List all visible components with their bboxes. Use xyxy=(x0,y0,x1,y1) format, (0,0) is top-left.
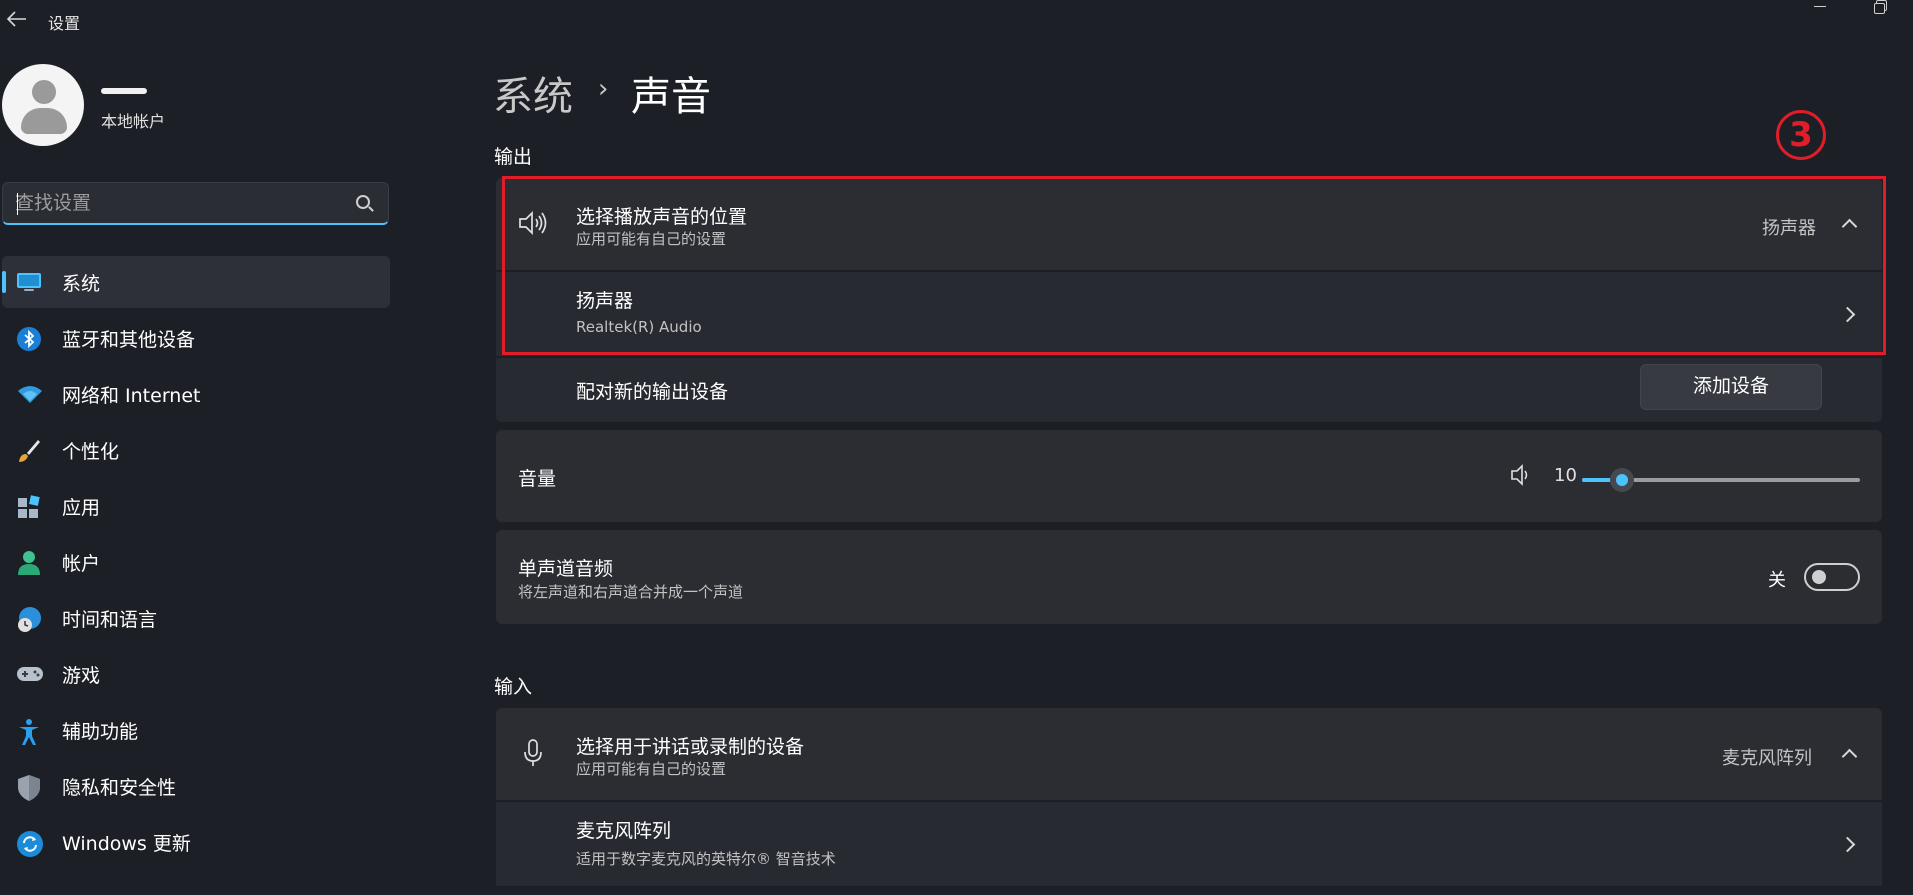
sidebar-item-label: 网络和 Internet xyxy=(62,385,201,407)
sidebar-item-label: 个性化 xyxy=(62,441,120,463)
sidebar-item-accessibility[interactable]: 辅助功能 xyxy=(2,704,390,756)
restore-button[interactable] xyxy=(1872,0,1888,14)
microphone-icon xyxy=(522,738,544,772)
sidebar-item-label: 隐私和安全性 xyxy=(62,777,177,799)
sidebar-item-time-language[interactable]: 时间和语言 xyxy=(2,592,390,644)
gamepad-icon xyxy=(16,662,43,686)
sidebar-item-label: 系统 xyxy=(62,273,101,295)
chevron-up-icon[interactable] xyxy=(1842,746,1856,760)
search-box[interactable] xyxy=(2,182,389,225)
profile-name-redacted xyxy=(101,84,149,98)
microphone-device-title: 麦克风阵列 xyxy=(576,820,672,842)
volume-label: 音量 xyxy=(518,468,557,490)
chevron-right-icon[interactable] xyxy=(1842,836,1856,852)
sidebar-item-label: 应用 xyxy=(62,497,101,519)
pair-output-title: 配对新的输出设备 xyxy=(576,381,729,403)
mono-audio-toggle[interactable] xyxy=(1804,563,1860,591)
sidebar-item-windows-update[interactable]: Windows 更新 xyxy=(2,816,390,868)
avatar xyxy=(2,64,84,146)
globe-clock-icon xyxy=(16,606,42,632)
pair-output-device-row: 配对新的输出设备 添加设备 xyxy=(496,358,1882,422)
slider-thumb[interactable] xyxy=(1610,468,1634,492)
input-selector-subtitle: 应用可能有自己的设置 xyxy=(576,760,727,778)
wifi-icon xyxy=(16,382,42,406)
sidebar-item-system[interactable]: 系统 xyxy=(2,256,390,308)
input-device-microphone-array[interactable]: 麦克风阵列 适用于数字麦克风的英特尔® 智音技术 xyxy=(496,802,1882,886)
sidebar-item-label: 游戏 xyxy=(62,665,101,687)
mono-audio-subtitle: 将左声道和右声道合并成一个声道 xyxy=(518,583,744,601)
mono-audio-title: 单声道音频 xyxy=(518,558,614,580)
user-profile[interactable]: 本地帐户 xyxy=(0,62,400,150)
volume-speaker-icon[interactable] xyxy=(1510,464,1534,490)
title-bar: 设置 xyxy=(0,0,1913,40)
volume-value: 10 xyxy=(1554,465,1577,486)
minimize-button[interactable] xyxy=(1808,0,1832,14)
toggle-knob xyxy=(1812,570,1826,584)
microphone-device-subtitle: 适用于数字麦克风的英特尔® 智音技术 xyxy=(576,850,836,868)
monitor-icon xyxy=(16,270,42,294)
input-selector-title: 选择用于讲话或录制的设备 xyxy=(576,736,805,758)
back-arrow-icon[interactable] xyxy=(6,8,30,32)
breadcrumb-separator: › xyxy=(598,74,609,104)
bluetooth-icon xyxy=(16,326,42,351)
highlight-box xyxy=(502,176,1886,355)
section-label-input: 输入 xyxy=(494,676,533,698)
sidebar-item-gaming[interactable]: 游戏 xyxy=(2,648,390,700)
accessibility-icon xyxy=(16,718,42,745)
sidebar-item-accounts[interactable]: 帐户 xyxy=(2,536,390,588)
sidebar-item-label: Windows 更新 xyxy=(62,833,191,855)
account-type: 本地帐户 xyxy=(101,112,166,131)
section-label-output: 输出 xyxy=(494,146,533,168)
mono-audio-state: 关 xyxy=(1768,570,1786,591)
sidebar-item-label: 帐户 xyxy=(62,553,101,575)
text-caret xyxy=(17,193,18,215)
search-icon[interactable] xyxy=(356,195,370,209)
breadcrumb-parent-link[interactable]: 系统 xyxy=(493,64,573,122)
sidebar-item-bluetooth[interactable]: 蓝牙和其他设备 xyxy=(2,312,390,364)
step-number-badge: 3 xyxy=(1776,110,1826,160)
sidebar-item-label: 时间和语言 xyxy=(62,609,158,631)
search-input[interactable] xyxy=(15,191,335,215)
app-title: 设置 xyxy=(48,14,81,33)
sidebar-item-apps[interactable]: 应用 xyxy=(2,480,390,532)
input-selected-value: 麦克风阵列 xyxy=(1722,748,1812,769)
sidebar-item-personalization[interactable]: 个性化 xyxy=(2,424,390,476)
sidebar-item-label: 辅助功能 xyxy=(62,721,139,743)
page-title: 声音 xyxy=(631,74,711,120)
update-icon xyxy=(16,830,43,857)
person-icon xyxy=(16,550,42,575)
sidebar-item-privacy[interactable]: 隐私和安全性 xyxy=(2,760,390,812)
apps-icon xyxy=(16,494,42,518)
add-device-button[interactable]: 添加设备 xyxy=(1640,364,1822,410)
mono-audio-row: 单声道音频 将左声道和右声道合并成一个声道 关 xyxy=(496,530,1882,624)
paintbrush-icon xyxy=(16,438,42,462)
shield-icon xyxy=(16,774,42,801)
sidebar-item-label: 蓝牙和其他设备 xyxy=(62,329,196,351)
input-device-selector[interactable]: 选择用于讲话或录制的设备 应用可能有自己的设置 麦克风阵列 xyxy=(496,708,1882,800)
sidebar-item-network[interactable]: 网络和 Internet xyxy=(2,368,390,420)
volume-slider[interactable] xyxy=(1582,468,1860,492)
